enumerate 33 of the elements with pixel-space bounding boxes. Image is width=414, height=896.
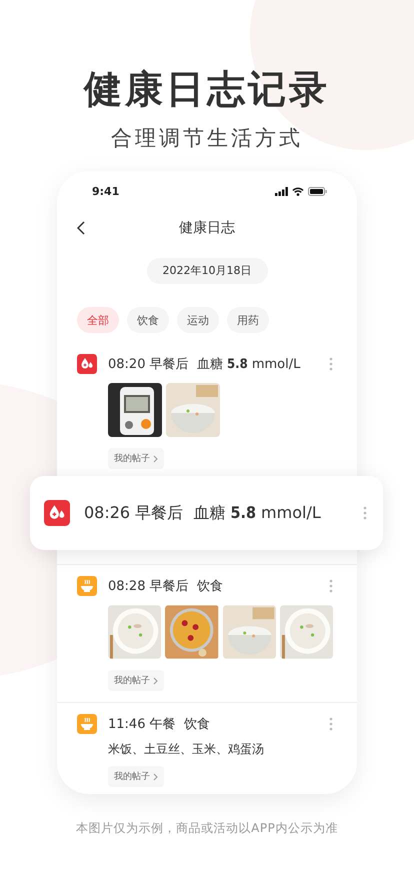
date-selector[interactable]: 2022年10月18日 xyxy=(146,258,268,284)
battery-icon xyxy=(308,186,327,196)
chevron-icon xyxy=(153,454,158,462)
entry-title: 11:46 午餐 饮食 xyxy=(108,716,211,733)
page-title: 健康日志 xyxy=(179,219,235,237)
signal-icon xyxy=(275,186,288,196)
more-icon[interactable] xyxy=(329,357,333,371)
entry-title: 08:28 早餐后 饮食 xyxy=(108,578,224,595)
bowl-icon xyxy=(77,714,97,734)
entry-description: 米饭、土豆丝、玉米、鸡蛋汤 xyxy=(108,741,265,758)
post-link[interactable]: 我的帖子 xyxy=(108,766,164,787)
more-icon[interactable] xyxy=(329,579,333,593)
filter-tab[interactable]: 运动 xyxy=(177,307,219,333)
more-icon[interactable] xyxy=(329,717,333,731)
disclaimer: 本图片仅为示例，商品或活动以APP内公示为准 xyxy=(76,820,338,837)
blood-drop-icon xyxy=(44,500,70,526)
headline: 健康日志记录 xyxy=(84,66,330,112)
more-icon[interactable] xyxy=(363,506,367,520)
filter-tab[interactable]: 饮食 xyxy=(127,307,169,333)
post-link[interactable]: 我的帖子 xyxy=(108,670,164,691)
entry-title: 08:20 早餐后 血糖 5.8 mmol/L xyxy=(108,356,302,373)
blood-drop-icon xyxy=(77,354,97,374)
back-icon[interactable] xyxy=(77,221,85,235)
bowl-icon xyxy=(77,576,97,596)
wifi-icon xyxy=(292,186,304,196)
post-link[interactable]: 我的帖子 xyxy=(108,448,164,469)
chevron-icon xyxy=(153,772,158,780)
subheadline: 合理调节生活方式 xyxy=(111,125,303,152)
chevron-icon xyxy=(153,676,158,684)
filter-tab[interactable]: 用药 xyxy=(227,307,269,333)
status-time: 9:41 xyxy=(92,184,120,198)
filter-tab[interactable]: 全部 xyxy=(77,307,119,333)
entry-title: 08:26 早餐后 血糖 5.8 mmol/L xyxy=(84,502,322,524)
